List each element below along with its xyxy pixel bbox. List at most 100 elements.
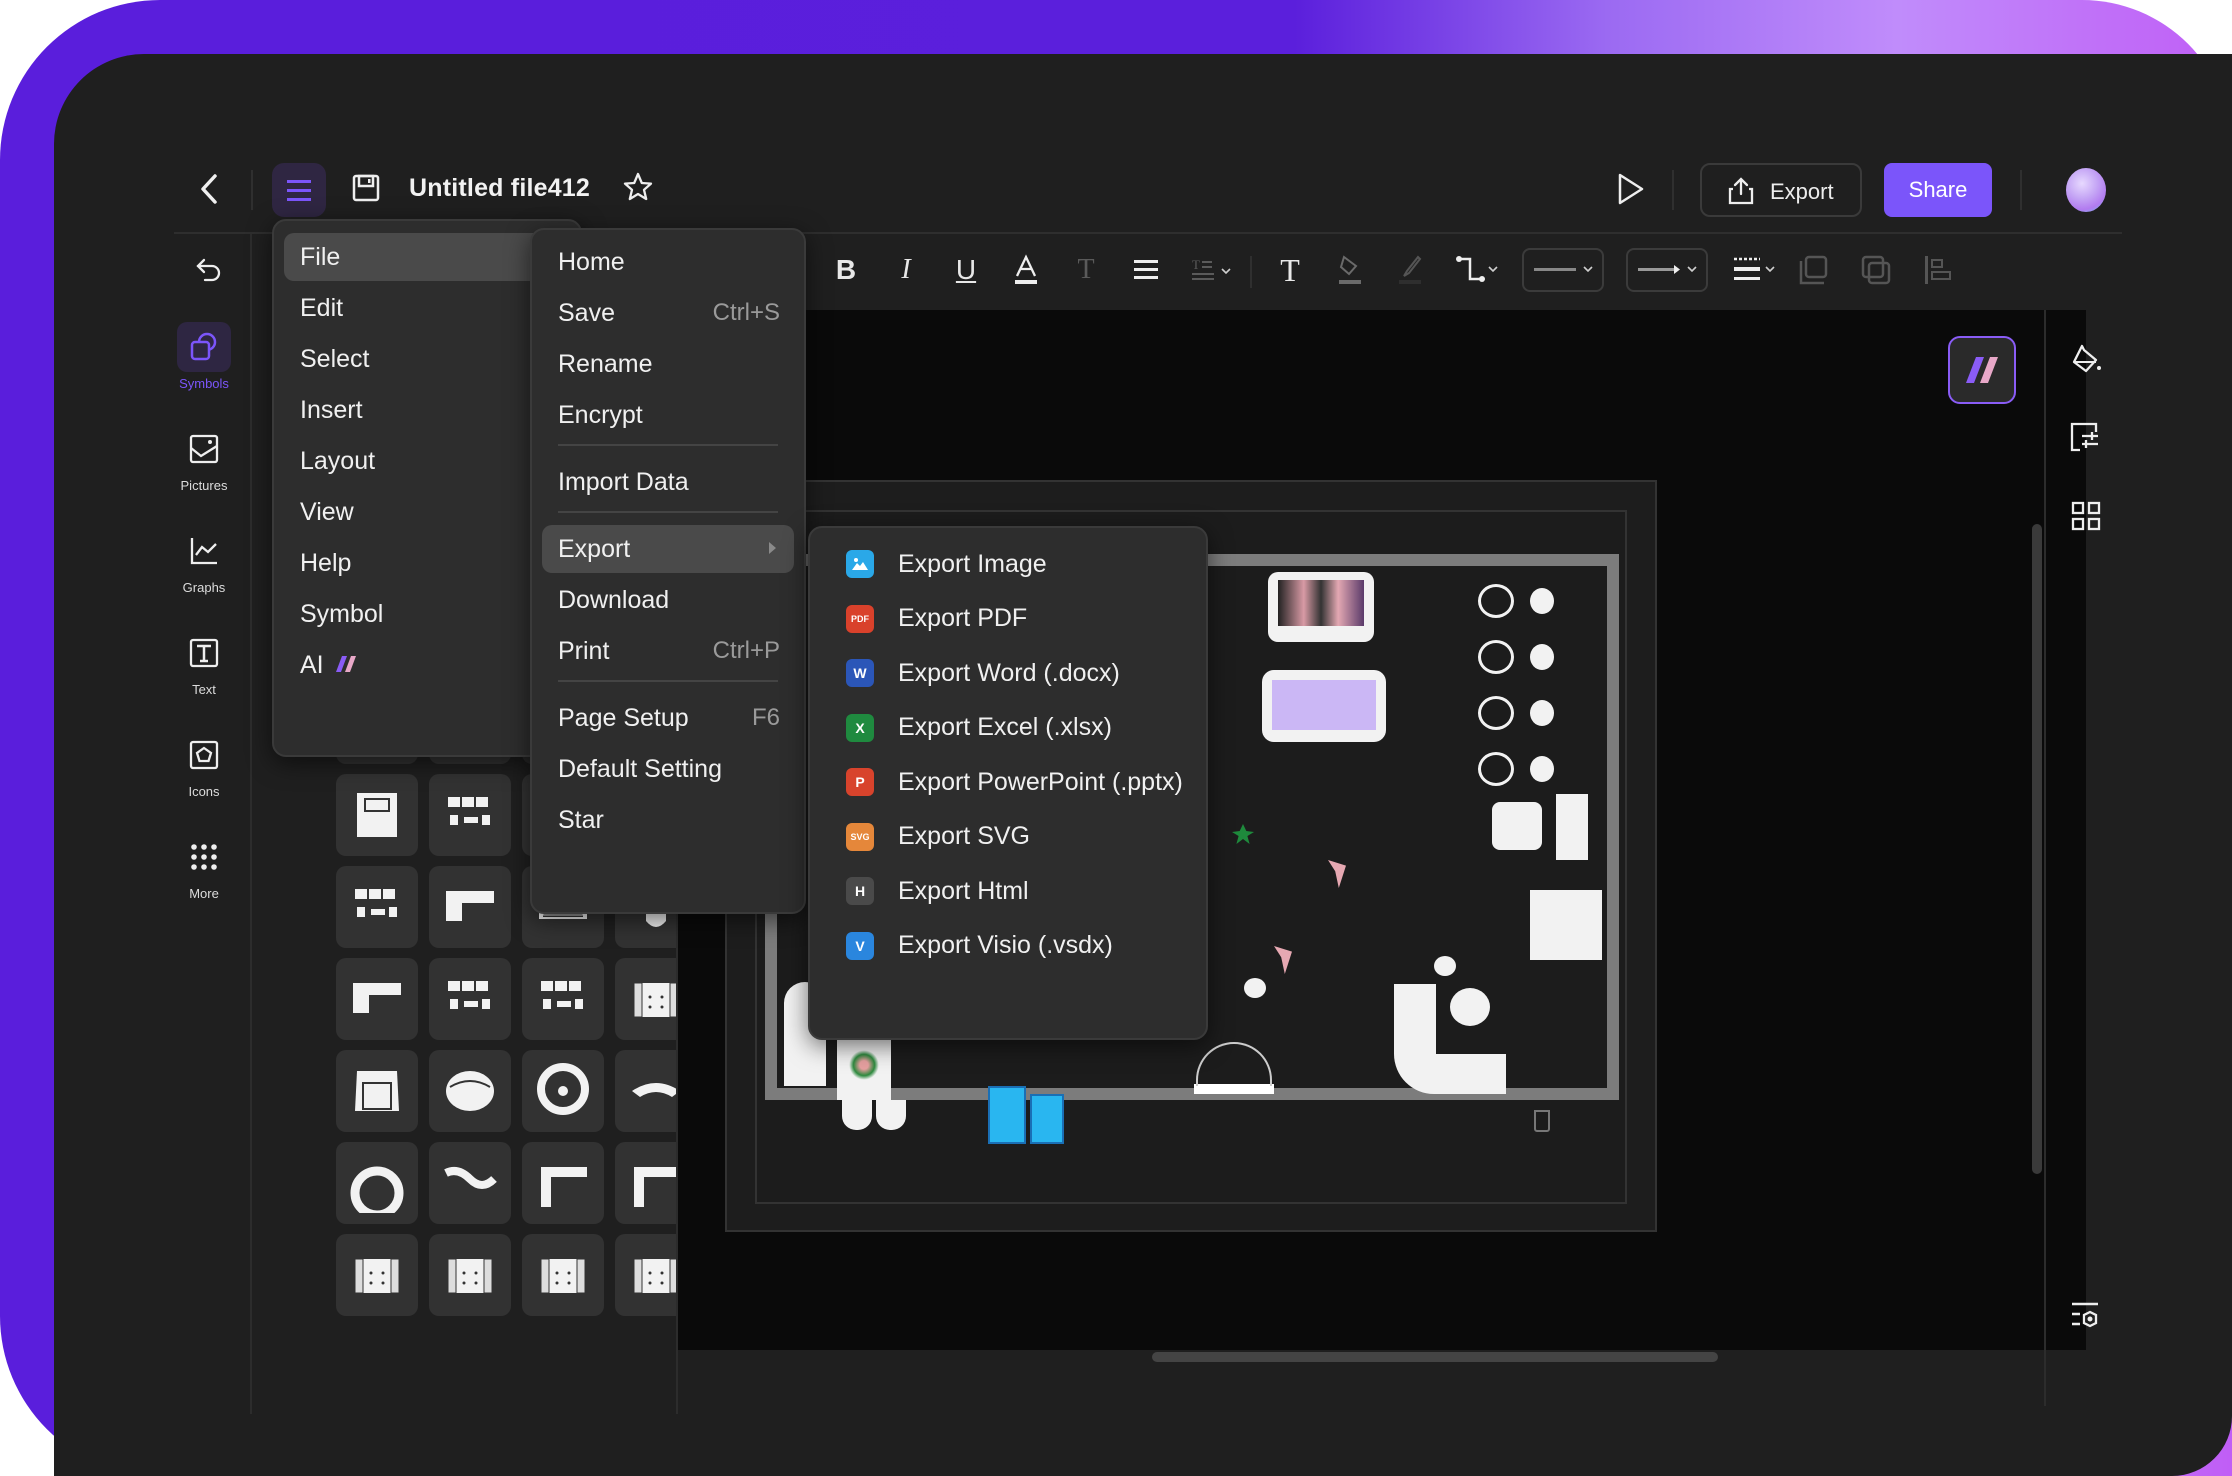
bold-icon[interactable]: B [826,250,866,290]
file-menu-item-download[interactable]: Download [542,576,794,624]
symbol-tile-bed[interactable] [336,774,418,856]
symbol-tile-sectional[interactable] [336,866,418,948]
brush-icon[interactable] [1390,250,1430,290]
symbol-tile-sectional[interactable] [429,774,511,856]
export-item-excel[interactable]: X Export Excel (.xlsx) [820,704,1196,752]
sidebar-label: Graphs [182,580,226,595]
sidebar-item-symbols[interactable]: Symbols [172,322,236,391]
menu-item-symbol[interactable]: Symbol [284,590,570,638]
symbol-tile-sectional[interactable] [522,958,604,1040]
send-to-back-icon[interactable] [1856,250,1896,290]
menu-item-layout[interactable]: Layout [284,437,570,485]
align-left-icon[interactable] [1918,250,1958,290]
excel-file-icon: X [846,713,874,742]
symbol-tile-corner[interactable] [522,1142,604,1224]
format-panel-icon[interactable] [2070,422,2102,454]
menu-item-insert[interactable]: Insert [284,386,570,434]
export-item-html[interactable]: H Export Html [820,867,1196,915]
symbol-tile-roundsect[interactable] [522,1050,604,1132]
export-button-label: Export [1770,179,1834,204]
file-menu-item-save[interactable]: Save Ctrl+S [542,289,794,337]
ai-assistant-button[interactable] [1948,336,2016,404]
export-item-powerpoint[interactable]: P Export PowerPoint (.pptx) [820,758,1196,806]
symbol-tile-lsofa[interactable] [429,866,511,948]
sidebar-label: Icons [188,784,220,799]
menu-item-select[interactable]: Select [284,335,570,383]
file-menu-item-home[interactable]: Home [542,238,794,286]
export-item-svg[interactable]: SVG Export SVG [820,813,1196,861]
line-weight-icon[interactable] [1728,250,1784,290]
symbol-tile-ring[interactable] [336,1142,418,1224]
app-window: Untitled file412 Export Share B I U T T … [54,54,2232,1476]
symbol-tile-wave[interactable] [429,1142,511,1224]
back-arrow-icon[interactable] [197,172,223,206]
text-tool-icon[interactable]: T [1270,250,1310,290]
menu-item-help[interactable]: Help [284,539,570,587]
text-spacing-icon[interactable]: T [1186,250,1242,290]
star-icon[interactable] [622,171,654,203]
fill-bucket-icon[interactable] [1330,250,1370,290]
arrow-style-select[interactable] [1626,248,1708,292]
sidebar-item-pictures[interactable]: Pictures [172,424,236,493]
symbol-tile-shape[interactable] [429,1234,511,1316]
main-menu-button[interactable] [272,163,326,217]
symbol-tile-armchair[interactable] [336,1050,418,1132]
page-settings-icon[interactable] [2070,1300,2102,1332]
share-button[interactable]: Share [1884,163,1992,217]
file-menu-item-page-setup[interactable]: Page Setup F6 [542,694,794,742]
export-item-image[interactable]: Export Image [820,540,1196,588]
symbol-tile-shape[interactable] [336,1234,418,1316]
file-menu-item-import-data[interactable]: Import Data [542,458,794,506]
menu-item-view[interactable]: View [284,488,570,536]
export-item-visio[interactable]: V Export Visio (.vsdx) [820,922,1196,970]
armchair [842,1100,872,1130]
font-color-icon[interactable] [1006,250,1046,290]
menu-item-label: Export Image [898,549,1047,578]
user-avatar[interactable] [2066,168,2106,212]
menu-item-label: Star [558,805,604,834]
text-clear-icon[interactable]: T [1066,250,1106,290]
grid-view-icon[interactable] [2070,500,2102,532]
cabinet [1530,890,1602,960]
save-icon[interactable] [352,174,380,202]
underline-icon[interactable]: U [946,250,986,290]
symbol-tile-sectional[interactable] [429,958,511,1040]
play-icon[interactable] [1616,172,1646,206]
file-menu-item-rename[interactable]: Rename [542,340,794,388]
paint-bucket-icon[interactable] [2070,344,2102,378]
menu-item-edit[interactable]: Edit [284,284,570,332]
file-menu-item-encrypt[interactable]: Encrypt [542,391,794,439]
italic-icon[interactable]: I [886,250,926,290]
picture-icon [177,424,231,474]
symbol-tile-shape[interactable] [522,1234,604,1316]
file-menu-item-default-setting[interactable]: Default Setting [542,745,794,793]
sidebar-item-icons[interactable]: Icons [172,730,236,799]
reception-chair [1492,802,1542,850]
file-menu-item-print[interactable]: Print Ctrl+P [542,627,794,675]
document-title[interactable]: Untitled file412 [409,174,590,203]
vertical-scrollbar[interactable] [2032,524,2042,1174]
align-center-icon[interactable] [1126,250,1166,290]
icons-icon [177,730,231,780]
menu-item-ai[interactable]: AI [284,641,570,689]
symbol-tile-round[interactable] [429,1050,511,1132]
horizontal-scrollbar[interactable] [1152,1352,1718,1362]
sidebar-item-more[interactable]: More [172,832,236,901]
export-button[interactable]: Export [1700,163,1862,217]
undo-icon[interactable] [189,250,229,290]
menu-item-file[interactable]: File [284,233,570,281]
line-style-select[interactable] [1522,248,1604,292]
menu-item-label: Download [558,585,670,614]
export-item-pdf[interactable]: PDF Export PDF [820,595,1196,643]
menu-item-label: Home [558,247,625,276]
file-menu-item-export[interactable]: Export [542,525,794,573]
connector-icon[interactable] [1452,250,1506,290]
bring-to-front-icon[interactable] [1794,250,1834,290]
sidebar-item-graphs[interactable]: Graphs [172,526,236,595]
export-item-word[interactable]: W Export Word (.docx) [820,649,1196,697]
submenu-arrow-icon [769,542,776,554]
symbol-tile-lsofa[interactable] [336,958,418,1040]
sidebar-item-text[interactable]: Text [172,628,236,697]
file-menu-item-star[interactable]: Star [542,796,794,844]
header-separator [251,170,253,210]
